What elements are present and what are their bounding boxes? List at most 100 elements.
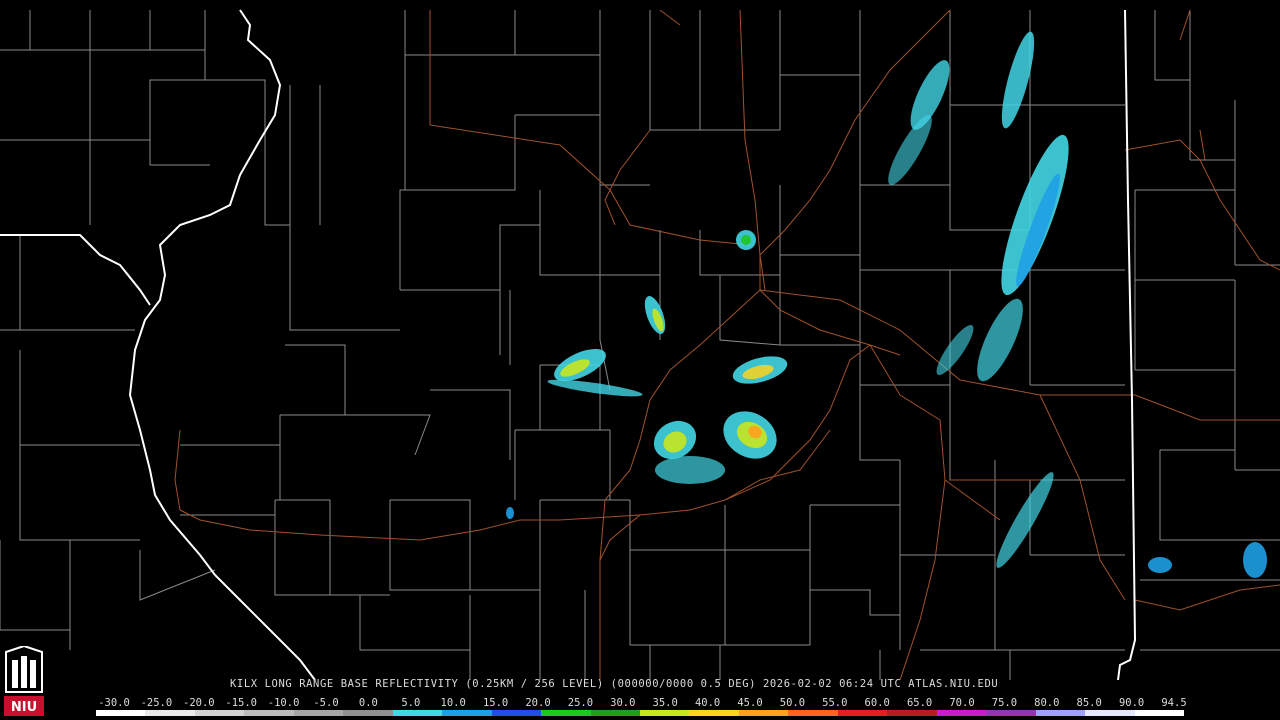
scale-label: -30.0: [98, 697, 130, 709]
reflectivity-colorbar: [96, 710, 1184, 716]
colorbar-segment: [244, 710, 294, 716]
colorbar-segment: [639, 710, 690, 716]
county-line: [19, 350, 140, 446]
county-line: [539, 190, 600, 276]
niu-logo-icon: NIU: [4, 646, 44, 716]
echo-blob: [1001, 31, 1035, 129]
county-line: [274, 500, 390, 596]
county-line: [515, 114, 650, 186]
highway-line: [174, 429, 181, 511]
county-line: [405, 10, 516, 56]
county-line: [1134, 190, 1235, 281]
scale-label: 70.0: [949, 697, 975, 709]
county-line: [499, 224, 540, 290]
scale-label: 15.0: [482, 697, 509, 709]
county-line: [724, 550, 811, 646]
colorbar-segment: [1035, 710, 1086, 716]
county-line: [0, 540, 70, 631]
county-line: [599, 275, 611, 391]
county-line: [90, 10, 206, 141]
colorbar-segment: [1134, 710, 1184, 716]
scale-label: 80.0: [1034, 697, 1060, 709]
radar-viewport: NIU KILX LONG RANGE BASE REFLECTIVITY (0…: [0, 0, 1280, 720]
colorbar-segment: [788, 710, 838, 716]
county-line: [1154, 10, 1190, 81]
echo-blob: [1001, 134, 1069, 296]
product-caption: KILX LONG RANGE BASE REFLECTIVITY (0.25K…: [230, 678, 999, 690]
county-line: [780, 10, 861, 76]
scale-label: 85.0: [1076, 697, 1102, 709]
reflectivity-scale-labels: -30.0 -25.0 -20.0 -15.0 -10.0 -5.0 0.0 5.0 10.0 1…: [94, 697, 1194, 709]
scale-label: 30.0: [610, 697, 636, 709]
county-line: [19, 445, 140, 541]
radar-map: [0, 9, 1280, 681]
colorbar-segment: [590, 710, 640, 716]
highway-line: [944, 479, 1001, 521]
scale-label: 60.0: [864, 697, 890, 709]
highway-line: [659, 9, 681, 26]
scale-label: 40.0: [694, 697, 721, 709]
colorbar-segment: [689, 710, 739, 716]
colorbar-segment: [1085, 710, 1135, 716]
county-line: [629, 550, 725, 646]
scale-label: -20.0: [182, 697, 215, 709]
highway-line: [604, 129, 651, 226]
scale-label: 75.0: [991, 697, 1018, 709]
scale-label: -5.0: [313, 697, 339, 709]
radar-echoes: [506, 31, 1267, 578]
county-line: [90, 10, 151, 51]
colorbar-segment: [442, 710, 492, 716]
scale-label: 50.0: [779, 697, 806, 709]
county-line: [139, 550, 216, 601]
highway-line: [1199, 129, 1206, 161]
county-line: [205, 79, 266, 140]
echo-blob: [977, 298, 1023, 382]
scale-label: 0.0: [358, 697, 378, 709]
echo-blob: [1148, 557, 1172, 573]
colorbar-segment: [738, 710, 789, 716]
county-line: [1159, 450, 1280, 541]
colorbar-segment: [491, 710, 542, 716]
county-line: [389, 500, 470, 591]
county-line: [345, 414, 431, 456]
scale-label: 90.0: [1118, 697, 1145, 709]
county-line: [390, 499, 471, 520]
scale-label: 10.0: [440, 697, 466, 709]
county-line: [899, 460, 996, 556]
county-line: [285, 344, 346, 415]
county-line: [809, 505, 900, 616]
highway-line: [1039, 394, 1126, 601]
echo-blob: [888, 115, 932, 185]
colorbar-segment: [541, 710, 591, 716]
scale-label: 25.0: [567, 697, 594, 709]
scale-label: 45.0: [737, 697, 763, 709]
scale-label: -15.0: [225, 697, 257, 709]
county-line: [0, 10, 91, 51]
echo-blob: [741, 235, 751, 245]
scale-label: 35.0: [652, 697, 678, 709]
county-line: [629, 500, 725, 551]
colorbar-segment: [194, 710, 245, 716]
scale-label: 5.0: [401, 697, 421, 709]
scale-label: 55.0: [822, 697, 848, 709]
colorbar-segment: [887, 710, 937, 716]
state-line: [1117, 9, 1137, 681]
county-line: [0, 50, 91, 141]
county-line: [289, 225, 400, 331]
colorbar-segment: [145, 710, 195, 716]
county-line: [859, 270, 951, 386]
echo-blob: [1243, 542, 1267, 578]
county-line: [859, 385, 900, 461]
highway-line: [599, 514, 641, 561]
county-line: [470, 500, 541, 591]
county-line: [405, 115, 516, 191]
scale-label: 94.5: [1161, 697, 1187, 709]
echo-blob: [547, 379, 643, 397]
county-line: [150, 10, 206, 51]
state-line: [0, 234, 151, 306]
highway-line: [599, 289, 761, 680]
county-line: [149, 140, 210, 166]
colorbar-segment: [96, 710, 146, 716]
county-line: [359, 595, 470, 651]
county-line: [515, 10, 601, 56]
